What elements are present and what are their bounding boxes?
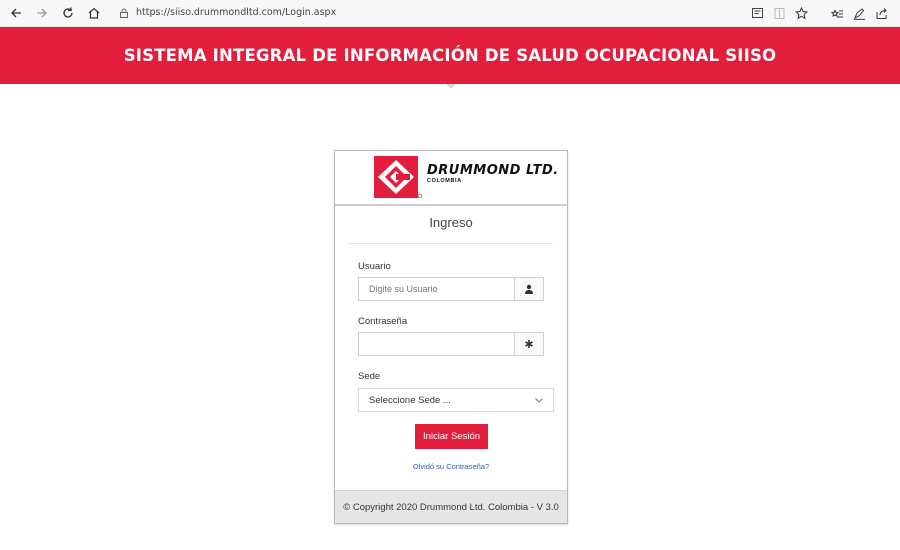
lock-icon bbox=[120, 8, 128, 18]
share-button[interactable] bbox=[870, 3, 892, 23]
username-group bbox=[358, 277, 544, 301]
back-icon bbox=[11, 8, 21, 18]
browser-toolbar: https://siiso.drummondltd.com/Login.aspx bbox=[0, 0, 900, 27]
header-banner: SISTEMA INTEGRAL DE INFORMACIÓN DE SALUD… bbox=[0, 27, 900, 84]
back-button[interactable] bbox=[6, 3, 26, 23]
copyright-text: © Copyright 2020 Drummond Ltd. Colombia … bbox=[343, 501, 559, 513]
password-label: Contraseña bbox=[358, 316, 408, 327]
forward-button[interactable] bbox=[32, 3, 52, 23]
drummond-logo bbox=[374, 156, 423, 199]
refresh-button[interactable] bbox=[58, 3, 78, 23]
password-input[interactable] bbox=[358, 332, 515, 356]
browser-right-tools bbox=[746, 3, 892, 23]
favorite-star-icon bbox=[794, 6, 808, 19]
address-url: https://siiso.drummondltd.com/Login.aspx bbox=[136, 7, 337, 18]
title-divider bbox=[349, 243, 553, 244]
username-addon bbox=[514, 277, 544, 301]
login-button[interactable]: Iniciar Sesión bbox=[415, 424, 488, 449]
password-group bbox=[358, 332, 544, 356]
username-input[interactable] bbox=[358, 277, 515, 301]
favorites-list-button[interactable] bbox=[826, 3, 848, 23]
favorite-button[interactable] bbox=[790, 3, 812, 23]
home-icon bbox=[88, 7, 100, 19]
address-bar[interactable]: https://siiso.drummondltd.com/Login.aspx bbox=[118, 3, 718, 22]
banner-notch bbox=[446, 84, 456, 89]
card-footer: © Copyright 2020 Drummond Ltd. Colombia … bbox=[335, 490, 567, 523]
chevron-down-icon bbox=[535, 398, 543, 403]
site-selected-value: Seleccione Sede ... bbox=[369, 394, 451, 406]
asterisk-icon bbox=[525, 340, 533, 348]
username-label: Usuario bbox=[358, 261, 391, 272]
favorites-list-icon bbox=[830, 8, 843, 17]
site-label: Sede bbox=[358, 371, 381, 382]
password-addon bbox=[514, 332, 544, 356]
logo-name: DRUMMOND LTD. bbox=[427, 163, 559, 178]
split-view-button[interactable] bbox=[768, 3, 790, 23]
forgot-password-link[interactable]: Olvidó su Contraseña? bbox=[335, 462, 567, 471]
forward-icon bbox=[37, 8, 47, 18]
login-card: DRUMMOND LTD. COLOMBIA Ingreso Usuario C… bbox=[334, 150, 568, 524]
share-icon bbox=[876, 7, 887, 19]
split-view-icon bbox=[774, 7, 784, 19]
reading-view-icon bbox=[751, 7, 763, 18]
reading-view-button[interactable] bbox=[746, 3, 768, 23]
user-icon bbox=[524, 284, 533, 294]
logo-subtitle: COLOMBIA bbox=[427, 178, 462, 184]
logo-area: DRUMMOND LTD. COLOMBIA bbox=[335, 151, 567, 206]
page-title: SISTEMA INTEGRAL DE INFORMACIÓN DE SALUD… bbox=[123, 46, 777, 65]
login-title: Ingreso bbox=[429, 215, 473, 230]
pen-icon bbox=[853, 7, 865, 20]
refresh-icon bbox=[63, 7, 73, 18]
pen-button[interactable] bbox=[848, 3, 870, 23]
site-select[interactable]: Seleccione Sede ... bbox=[358, 388, 554, 412]
home-button[interactable] bbox=[84, 3, 104, 23]
